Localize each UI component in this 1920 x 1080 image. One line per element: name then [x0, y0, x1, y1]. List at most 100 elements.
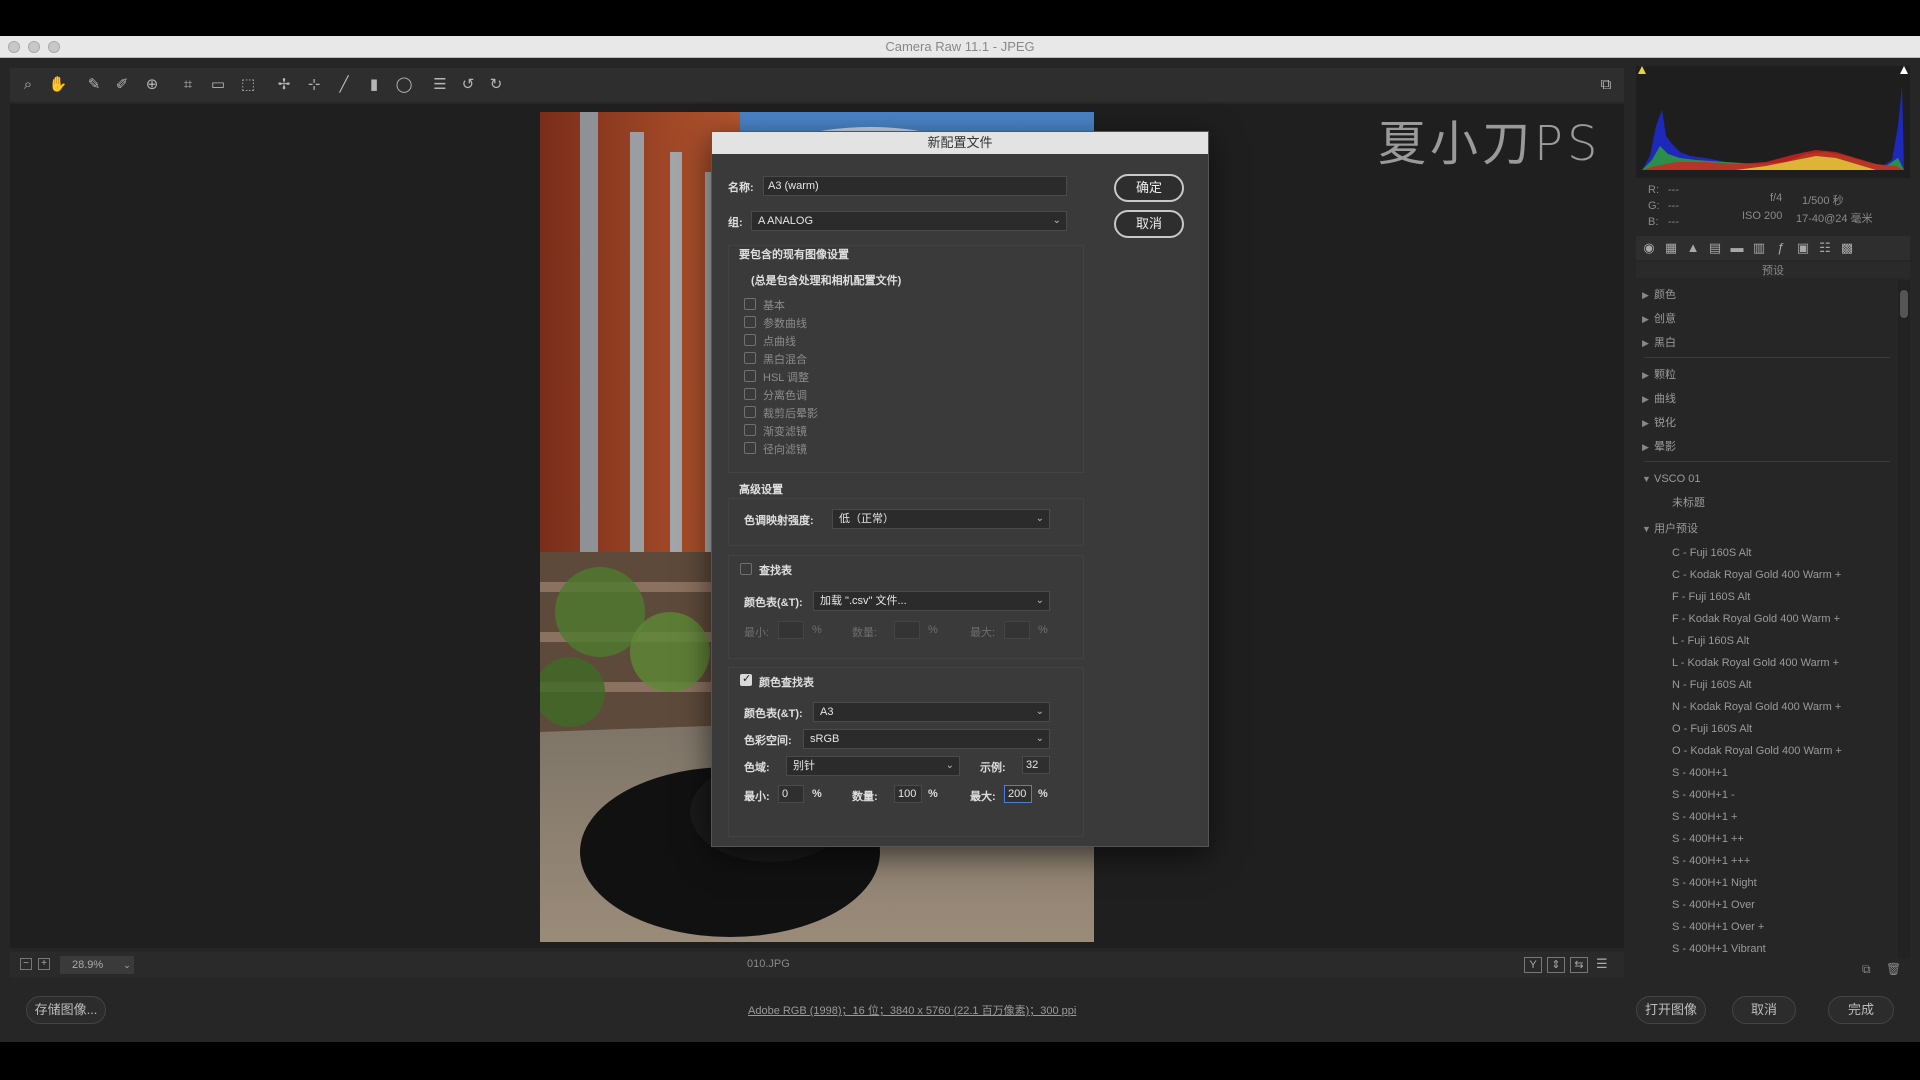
preset-group[interactable]: ▶ 黑白	[1636, 332, 1898, 354]
tone-curve-icon[interactable]: ▦	[1662, 239, 1680, 257]
zoom-out-icon[interactable]: −	[20, 958, 32, 970]
preset-group[interactable]: ▶ 颗粒	[1636, 364, 1898, 386]
disclosure-closed-icon[interactable]: ▶	[1642, 332, 1649, 354]
calibration-icon[interactable]: ▣	[1794, 239, 1812, 257]
disclosure-open-icon[interactable]: ▼	[1642, 518, 1651, 540]
workflow-options-link[interactable]: Adobe RGB (1998)；16 位；3840 x 5760 (22.1 …	[748, 1002, 1076, 1018]
color-amount-field[interactable]: 100	[894, 785, 922, 803]
disclosure-closed-icon[interactable]: ▶	[1642, 388, 1649, 410]
include-checkbox[interactable]	[744, 388, 756, 400]
straighten-icon[interactable]: ▭	[206, 74, 230, 96]
hsl-icon[interactable]: ▤	[1706, 239, 1724, 257]
preset-group[interactable]: ▶ 锐化	[1636, 412, 1898, 434]
preset-item[interactable]: F - Fuji 160S Alt	[1672, 586, 1750, 608]
save-image-button[interactable]: 存储图像...	[26, 996, 106, 1024]
include-checkbox[interactable]	[744, 442, 756, 454]
preset-item[interactable]: S - 400H+1 +	[1672, 806, 1737, 828]
disclosure-closed-icon[interactable]: ▶	[1642, 308, 1649, 330]
zoom-in-icon[interactable]: +	[38, 958, 50, 970]
trash-icon[interactable]: 🗑	[1886, 962, 1901, 976]
preset-item[interactable]: S - 400H+1 Night	[1672, 872, 1757, 894]
before-after-icon[interactable]: Y	[1524, 957, 1542, 973]
preset-item[interactable]: L - Kodak Royal Gold 400 Warm +	[1672, 652, 1839, 674]
include-checkbox[interactable]	[744, 424, 756, 436]
white-balance-icon[interactable]: ✎	[82, 74, 106, 96]
preset-item[interactable]: N - Kodak Royal Gold 400 Warm +	[1672, 696, 1841, 718]
color-sampler-icon[interactable]: ✐	[110, 74, 134, 96]
preset-item[interactable]: O - Kodak Royal Gold 400 Warm +	[1672, 740, 1842, 762]
zoom-level[interactable]: 28.9%	[60, 956, 120, 974]
preset-item[interactable]: F - Kodak Royal Gold 400 Warm +	[1672, 608, 1840, 630]
disclosure-closed-icon[interactable]: ▶	[1642, 412, 1649, 434]
preset-item[interactable]: S - 400H+1 Over	[1672, 894, 1755, 916]
presets-scrollbar-thumb[interactable]	[1900, 290, 1908, 318]
target-adjust-icon[interactable]: ⊕	[140, 74, 164, 96]
include-checkbox[interactable]	[744, 352, 756, 364]
color-table-select[interactable]: A3 ⌄	[813, 702, 1050, 722]
color-max-field[interactable]: 200	[1004, 785, 1032, 803]
new-preset-icon[interactable]: ⧉	[1862, 962, 1871, 977]
copy-settings-icon[interactable]: ⇆	[1570, 957, 1588, 973]
disclosure-closed-icon[interactable]: ▶	[1642, 436, 1649, 458]
effects-icon[interactable]: ƒ	[1772, 239, 1790, 257]
color-min-field[interactable]: 0	[778, 785, 804, 803]
preset-item[interactable]: S - 400H+1	[1672, 762, 1728, 784]
disclosure-open-icon[interactable]: ▼	[1642, 468, 1651, 490]
include-checkbox[interactable]	[744, 316, 756, 328]
snapshots-icon[interactable]: ▩	[1838, 239, 1856, 257]
split-toning-icon[interactable]: ▬	[1728, 239, 1746, 257]
brush-icon[interactable]: ╱	[332, 74, 356, 96]
red-eye-icon[interactable]: ⊹	[302, 74, 326, 96]
view-settings-icon[interactable]: ☰	[1596, 956, 1608, 972]
open-image-button[interactable]: 打开图像	[1636, 996, 1706, 1024]
preset-group[interactable]: ▼ 用户预设	[1636, 518, 1898, 540]
lens-corrections-icon[interactable]: ▥	[1750, 239, 1768, 257]
preset-item[interactable]: S - 400H+1 ++	[1672, 828, 1744, 850]
preset-group[interactable]: ▶ 晕影	[1636, 436, 1898, 458]
hand-icon[interactable]: ✋	[46, 74, 70, 96]
done-button[interactable]: 完成	[1828, 996, 1894, 1024]
include-checkbox[interactable]	[744, 370, 756, 382]
lookup-color-table-select[interactable]: 加载 ".csv" 文件... ⌄	[813, 591, 1050, 611]
preset-item[interactable]: N - Fuji 160S Alt	[1672, 674, 1751, 696]
preset-item[interactable]: S - 400H+1 Over +	[1672, 916, 1764, 938]
preset-group[interactable]: ▶ 创意	[1636, 308, 1898, 330]
footer-cancel-button[interactable]: 取消	[1732, 996, 1796, 1024]
preset-item[interactable]: 未标题	[1672, 492, 1705, 514]
preset-group[interactable]: ▶ 曲线	[1636, 388, 1898, 410]
preset-item[interactable]: L - Fuji 160S Alt	[1672, 630, 1749, 652]
name-field[interactable]: A3 (warm)	[763, 176, 1067, 196]
include-checkbox[interactable]	[744, 298, 756, 310]
basic-panel-icon[interactable]: ◉	[1640, 239, 1658, 257]
zoom-icon[interactable]: ⌕	[16, 74, 40, 96]
lookup-table-checkbox[interactable]	[740, 563, 752, 575]
color-space-select[interactable]: sRGB ⌄	[803, 729, 1050, 749]
swap-icon[interactable]: ⇕	[1547, 957, 1565, 973]
disclosure-closed-icon[interactable]: ▶	[1642, 284, 1649, 306]
sample-field[interactable]: 32	[1022, 756, 1050, 774]
preset-group[interactable]: ▼ VSCO 01	[1636, 468, 1898, 490]
color-lookup-checkbox[interactable]	[740, 672, 752, 686]
radial-filter-icon[interactable]: ◯	[392, 74, 416, 96]
preset-item[interactable]: O - Fuji 160S Alt	[1672, 718, 1752, 740]
preset-item[interactable]: S - 400H+1 +++	[1672, 850, 1750, 872]
gamut-select[interactable]: 别针 ⌄	[786, 756, 960, 776]
group-select[interactable]: A ANALOG ⌄	[751, 211, 1067, 231]
disclosure-closed-icon[interactable]: ▶	[1642, 364, 1649, 386]
rotate-ccw-icon[interactable]: ↺	[456, 74, 480, 96]
preset-item[interactable]: C - Kodak Royal Gold 400 Warm +	[1672, 564, 1841, 586]
chevron-down-icon[interactable]: ⌄	[120, 956, 134, 974]
include-checkbox[interactable]	[744, 334, 756, 346]
graduated-filter-icon[interactable]: ▮	[362, 74, 386, 96]
preset-group[interactable]: ▶ 颜色	[1636, 284, 1898, 306]
transform-icon[interactable]: ⬚	[236, 74, 260, 96]
crop-icon[interactable]: ⌗	[176, 74, 200, 96]
preferences-icon[interactable]: ☰	[428, 74, 452, 96]
include-checkbox[interactable]	[744, 406, 756, 418]
presets-scrollbar[interactable]	[1898, 280, 1910, 958]
preset-item[interactable]: S - 400H+1 Vibrant	[1672, 938, 1766, 958]
rotate-cw-icon[interactable]: ↻	[484, 74, 508, 96]
detail-icon[interactable]: ▲	[1684, 239, 1702, 257]
preset-item[interactable]: C - Fuji 160S Alt	[1672, 542, 1751, 564]
ok-button[interactable]: 确定	[1114, 174, 1184, 202]
